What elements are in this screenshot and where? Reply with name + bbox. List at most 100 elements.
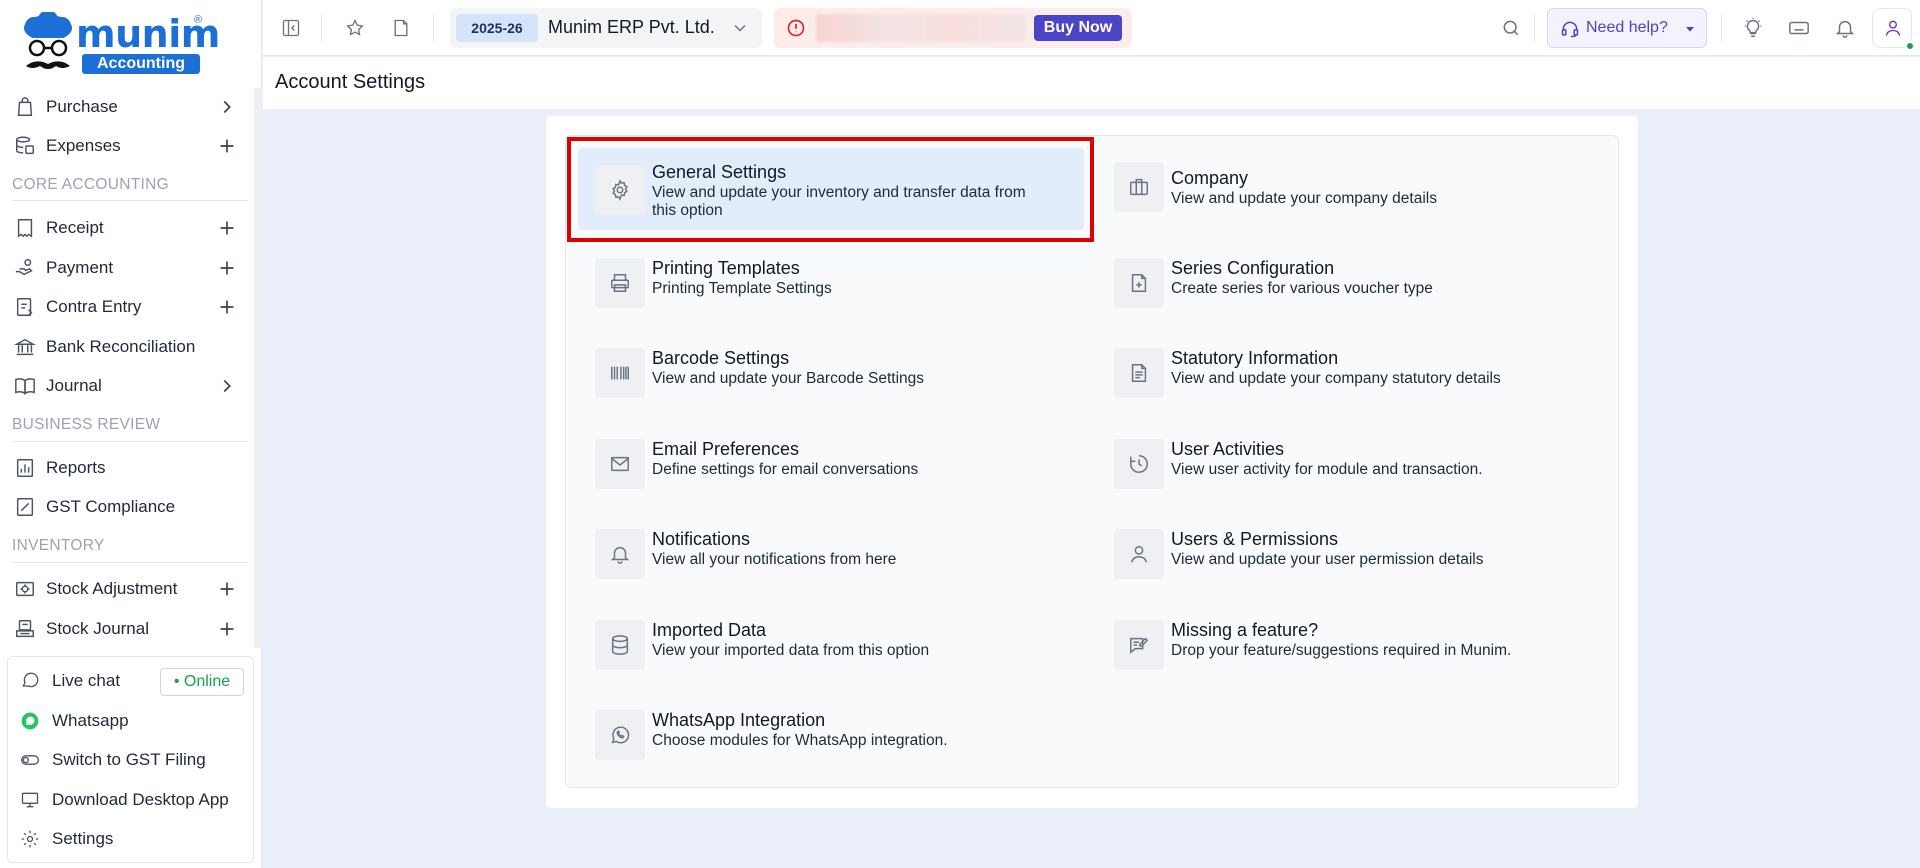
setting-description: Drop your feature/suggestions required i… — [1171, 642, 1512, 659]
user-icon — [1130, 545, 1148, 563]
help-panel: Live chat • Online Whatsapp Switch to GS… — [7, 656, 254, 863]
buy-now-button[interactable]: Buy Now — [1034, 15, 1122, 41]
sidebar-item-purchase[interactable]: Purchase — [0, 89, 254, 125]
plus-icon[interactable] — [216, 296, 238, 318]
setting-series-configuration[interactable]: Series Configuration Create series for v… — [1114, 258, 1614, 310]
setting-title: Printing Templates — [652, 258, 800, 278]
switch-gst-filing-button[interactable]: Switch to GST Filing — [8, 742, 255, 778]
sidebar-item-journal[interactable]: Journal — [0, 368, 254, 404]
star-icon — [346, 18, 364, 36]
divider — [12, 562, 248, 563]
setting-description: Define settings for email conversations — [652, 461, 919, 478]
setting-statutory-information[interactable]: Statutory Information View and update yo… — [1114, 348, 1614, 400]
sidebar-item-receipt[interactable]: Receipt — [0, 210, 254, 246]
highlight-annotation — [567, 137, 1094, 242]
setting-whatsapp-integration[interactable]: WhatsApp Integration Choose modules for … — [595, 710, 1095, 762]
database-icon — [16, 136, 34, 155]
whatsapp-button[interactable]: Whatsapp — [8, 703, 255, 739]
notes-button[interactable] — [385, 12, 417, 44]
chevron-down-icon — [734, 24, 746, 32]
sidebar-item-contra-entry[interactable]: Contra Entry — [0, 289, 254, 325]
setting-description: View user activity for module and transa… — [1171, 461, 1483, 478]
notifications-button[interactable] — [1829, 12, 1861, 44]
sidebar-item-label: GST Compliance — [46, 497, 176, 516]
search-icon — [1503, 20, 1519, 36]
financial-year-badge[interactable]: 2025-26 — [456, 14, 538, 42]
chevron-right-icon[interactable] — [216, 96, 238, 118]
company-selector[interactable]: 2025-26 Munim ERP Pvt. Ltd. — [450, 8, 762, 48]
setting-description: Choose modules for WhatsApp integration. — [652, 732, 948, 749]
brand-subtitle: Accounting — [82, 54, 200, 74]
payment-icon — [15, 259, 33, 276]
file-plus-icon — [1131, 274, 1147, 292]
setting-icon-box — [1114, 439, 1164, 489]
collapse-sidebar-button[interactable] — [275, 12, 307, 44]
setting-title: Imported Data — [652, 620, 767, 640]
setting-users-permissions[interactable]: Users & Permissions View and update your… — [1114, 529, 1614, 581]
favorites-button[interactable] — [339, 12, 371, 44]
need-help-label: Need help? — [1586, 19, 1668, 36]
plus-icon[interactable] — [216, 578, 238, 600]
sidebar-item-gst-compliance[interactable]: GST Compliance — [0, 489, 254, 525]
setting-imported-data[interactable]: Imported Data View your imported data fr… — [595, 620, 1095, 672]
plus-icon[interactable] — [216, 618, 238, 640]
sidebar-scrollbar[interactable] — [254, 88, 262, 648]
monitor-icon — [21, 792, 39, 808]
setting-icon-box — [595, 710, 645, 760]
sidebar-item-expenses[interactable]: Expenses — [0, 128, 254, 164]
gst-icon — [16, 498, 34, 516]
settings-label: Settings — [52, 829, 114, 848]
setting-title: User Activities — [1171, 439, 1285, 459]
setting-icon-box — [595, 439, 645, 489]
tips-button[interactable] — [1737, 12, 1769, 44]
setting-icon-box — [595, 348, 645, 398]
setting-missing-feature[interactable]: Missing a feature? Drop your feature/sug… — [1114, 620, 1614, 672]
setting-notifications[interactable]: Notifications View all your notification… — [595, 529, 1095, 581]
lightbulb-icon — [1744, 17, 1762, 37]
mail-icon — [611, 456, 629, 472]
setting-company[interactable]: Company View and update your company det… — [1114, 162, 1614, 214]
live-chat-button[interactable]: Live chat • Online — [8, 663, 255, 699]
setting-description: Create series for various voucher type — [1171, 280, 1433, 297]
bell-icon — [1835, 20, 1855, 38]
sidebar-item-stock-journal[interactable]: Stock Journal — [0, 611, 254, 647]
stock-journal-icon — [16, 620, 34, 638]
setting-icon-box — [1114, 620, 1164, 670]
sidebar-item-stock-adjustment[interactable]: Stock Adjustment — [0, 571, 254, 607]
setting-title: Company — [1171, 168, 1249, 188]
setting-description: Printing Template Settings — [652, 280, 832, 297]
setting-barcode-settings[interactable]: Barcode Settings View and update your Ba… — [595, 348, 1095, 400]
user-avatar-button[interactable] — [1872, 8, 1915, 51]
online-indicator — [1905, 41, 1915, 51]
company-name: Munim ERP Pvt. Ltd. — [548, 17, 715, 37]
plus-icon[interactable] — [216, 217, 238, 239]
setting-icon-box — [1114, 162, 1164, 212]
divider — [1721, 14, 1722, 42]
download-desktop-app-button[interactable]: Download Desktop App — [8, 782, 255, 818]
setting-title: Notifications — [652, 529, 751, 549]
chevron-right-icon[interactable] — [216, 375, 238, 397]
note-icon — [394, 19, 408, 37]
divider — [321, 14, 322, 42]
plus-icon[interactable] — [216, 135, 238, 157]
search-button[interactable] — [1495, 12, 1527, 44]
setting-icon-box — [1114, 529, 1164, 579]
history-icon — [1130, 455, 1148, 473]
munim-logo[interactable]: munim ® Accounting — [18, 12, 220, 78]
sidebar-item-payment[interactable]: Payment — [0, 250, 254, 286]
setting-email-preferences[interactable]: Email Preferences Define settings for em… — [595, 439, 1095, 491]
setting-printing-templates[interactable]: Printing Templates Printing Template Set… — [595, 258, 1095, 310]
sidebar-item-label: Contra Entry — [46, 297, 142, 316]
plus-icon[interactable] — [216, 257, 238, 279]
need-help-button[interactable]: Need help? — [1547, 8, 1707, 48]
settings-button[interactable]: Settings — [8, 821, 255, 857]
setting-icon-box — [595, 620, 645, 670]
sidebar-item-bank-reconciliation[interactable]: Bank Reconciliation — [0, 329, 254, 365]
setting-title: Missing a feature? — [1171, 620, 1319, 640]
sidebar-item-label: Expenses — [46, 136, 121, 155]
sidebar-item-reports[interactable]: Reports — [0, 450, 254, 486]
redacted-text — [816, 14, 1026, 42]
shortcuts-button[interactable] — [1783, 12, 1815, 44]
setting-user-activities[interactable]: User Activities View user activity for m… — [1114, 439, 1614, 491]
divider — [12, 200, 248, 201]
